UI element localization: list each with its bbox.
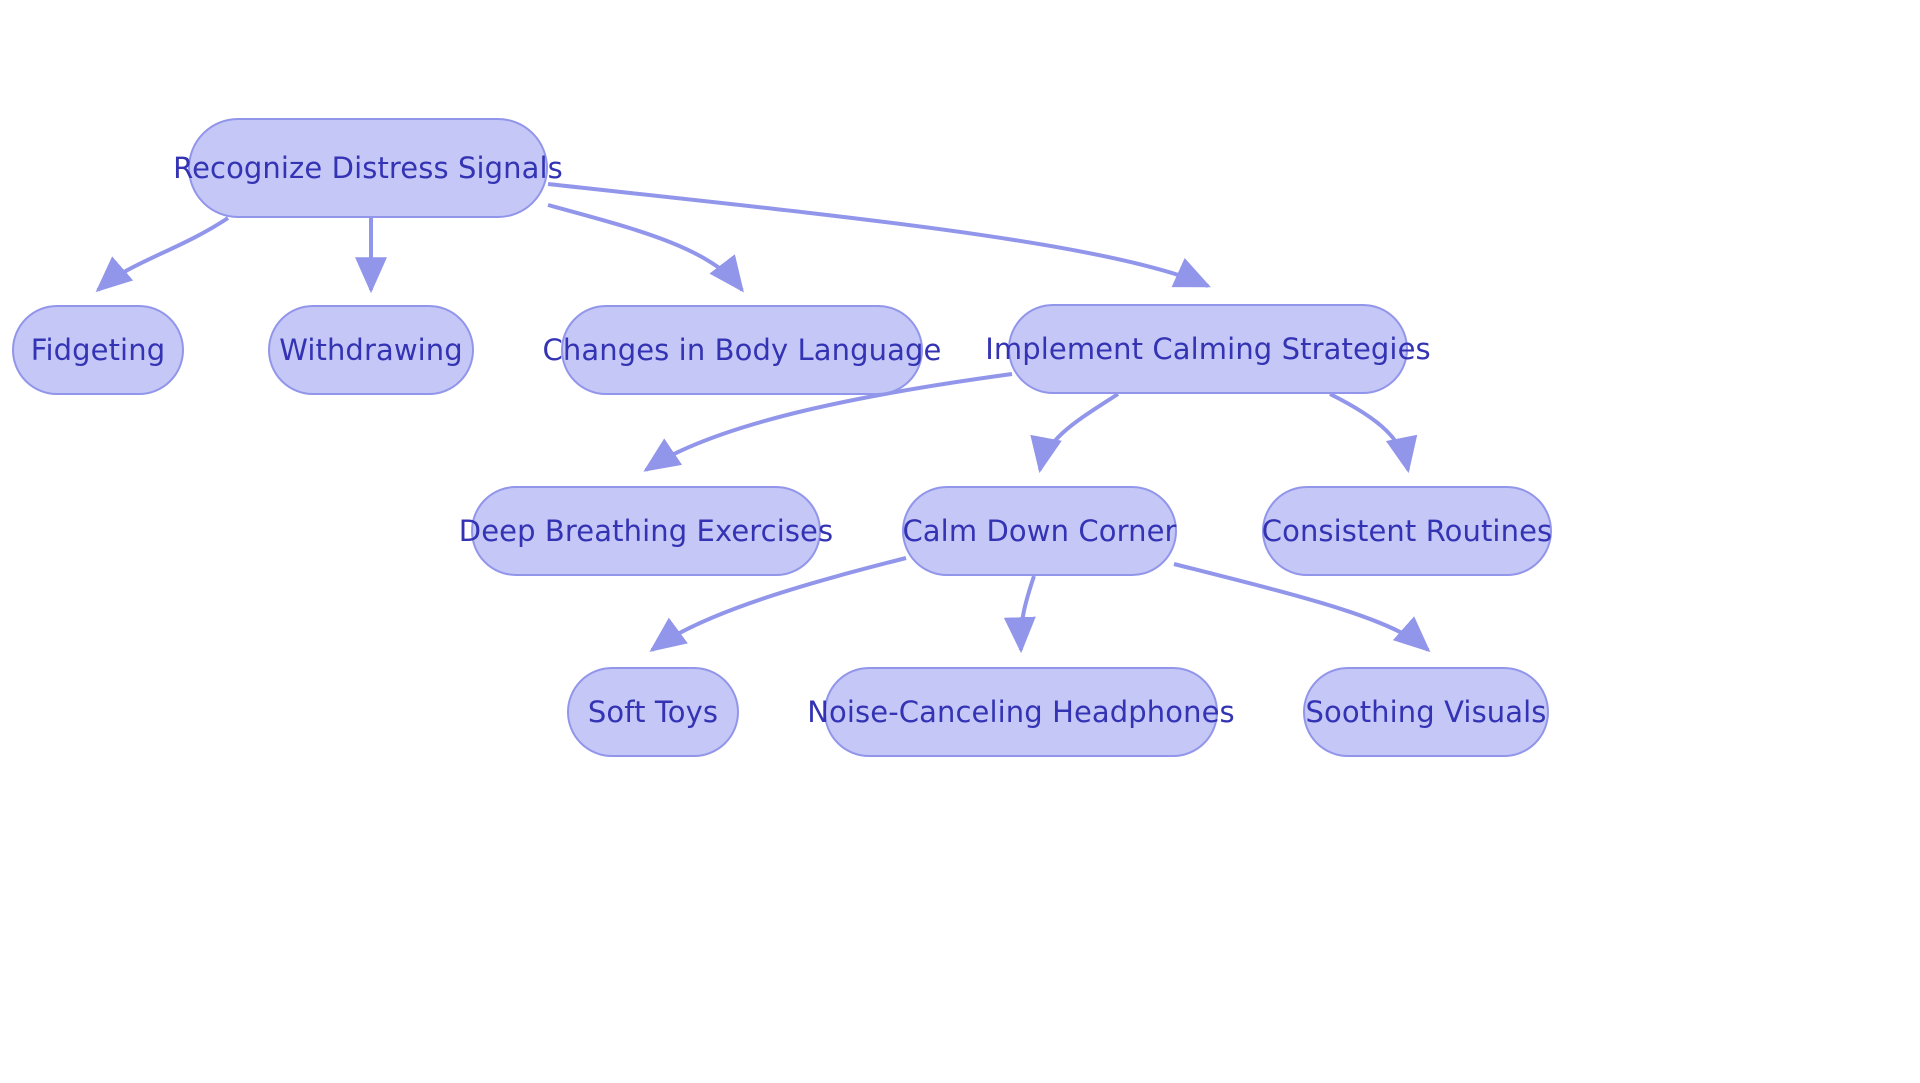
flowchart-canvas: Recognize Distress Signals Fidgeting Withd… [0, 0, 1920, 1083]
flow-edge-calmcorner-to-headphones [1003, 575, 1036, 654]
flow-edge-calmcorner-to-visuals [1173, 562, 1431, 653]
flow-node-headphones[interactable]: Noise-Canceling Headphones [807, 667, 1235, 757]
flow-node-implement[interactable]: Implement Calming Strategies [985, 304, 1431, 394]
flow-node-label-headphones: Noise-Canceling Headphones [807, 694, 1235, 729]
flow-edge-implement-to-routines [1329, 392, 1418, 474]
flow-node-routines[interactable]: Consistent Routines [1262, 486, 1552, 576]
flow-edge-recognize-to-fidgeting [95, 216, 230, 293]
flow-node-label-fidgeting: Fidgeting [30, 332, 166, 367]
flow-node-recognize[interactable]: Recognize Distress Signals [173, 118, 563, 218]
flow-node-label-calmcorner: Calm Down Corner [902, 513, 1177, 548]
flow-node-withdrawing[interactable]: Withdrawing [268, 305, 474, 395]
flow-node-label-visuals: Soothing Visuals [1305, 694, 1547, 729]
flow-node-label-implement: Implement Calming Strategies [985, 331, 1431, 366]
flow-node-breathing[interactable]: Deep Breathing Exercises [459, 486, 833, 576]
flow-node-label-bodylanguage: Changes in Body Language [542, 332, 942, 367]
flow-node-label-breathing: Deep Breathing Exercises [458, 513, 834, 548]
flow-node-label-softtoys: Soft Toys [587, 694, 719, 729]
flow-node-label-withdrawing: Withdrawing [279, 332, 463, 367]
flow-node-label-routines: Consistent Routines [1261, 513, 1553, 548]
flow-node-bodylanguage[interactable]: Changes in Body Language [543, 305, 941, 395]
edges-group [95, 182, 1431, 654]
flow-node-calmcorner[interactable]: Calm Down Corner [902, 486, 1177, 576]
flow-edge-implement-to-calmcorner [1030, 392, 1120, 474]
flow-node-fidgeting[interactable]: Fidgeting [12, 305, 184, 395]
flow-node-label-recognize: Recognize Distress Signals [173, 150, 563, 185]
flow-edge-recognize-to-bodylanguage [547, 203, 744, 293]
flow-node-softtoys[interactable]: Soft Toys [567, 667, 739, 757]
flow-node-visuals[interactable]: Soothing Visuals [1303, 667, 1549, 757]
